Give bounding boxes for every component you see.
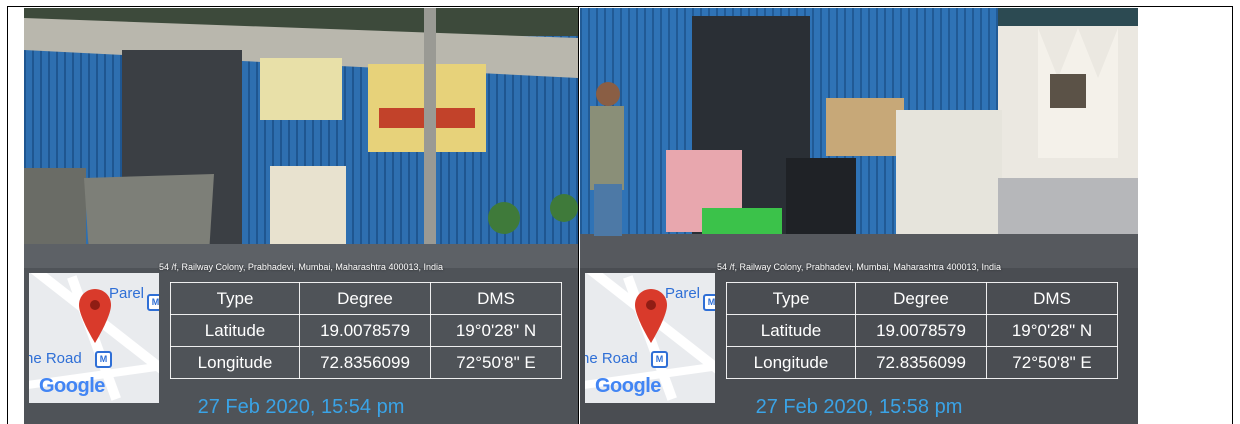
- table-header-cell: Degree: [855, 282, 987, 315]
- map-pin-icon: [635, 289, 667, 343]
- google-logo: Google: [39, 375, 105, 397]
- table-cell: 19.0078579: [855, 314, 987, 347]
- metro-station-icon: M: [703, 294, 715, 311]
- metro-station-icon: M: [147, 294, 159, 311]
- table-cell: Latitude: [170, 314, 300, 347]
- table-cell: Longitude: [170, 346, 300, 379]
- table-header-cell: DMS: [986, 282, 1118, 315]
- frame-divider: [578, 6, 579, 424]
- table-cell: 72°50'8" E: [430, 346, 562, 379]
- map-road-label: ne Road: [585, 350, 638, 367]
- table-cell: 72°50'8" E: [986, 346, 1118, 379]
- map-road-label: ne Road: [29, 350, 82, 367]
- address-line: 54 /f, Railway Colony, Prabhadevi, Mumba…: [717, 262, 1001, 272]
- map-thumbnail: Parel M ne Road M Google: [29, 273, 159, 403]
- table-cell: 19°0'28" N: [986, 314, 1118, 347]
- table-cell: 19°0'28" N: [430, 314, 562, 347]
- frame-right-border: [1232, 6, 1233, 424]
- google-logo: Google: [595, 375, 661, 397]
- table-header-cell: Type: [726, 282, 856, 315]
- table-header-row: Type Degree DMS: [170, 282, 562, 315]
- geotagged-photo-2: 54 /f, Railway Colony, Prabhadevi, Mumba…: [580, 8, 1138, 424]
- map-place-label: Parel: [109, 285, 145, 302]
- metro-station-icon: M: [95, 351, 112, 368]
- frame-left-border: [7, 6, 8, 424]
- table-header-cell: Type: [170, 282, 300, 315]
- map-pin-icon: [79, 289, 111, 343]
- address-line: 54 /f, Railway Colony, Prabhadevi, Mumba…: [159, 262, 443, 272]
- map-thumbnail: Parel M ne Road M Google: [585, 273, 715, 403]
- timestamp: 27 Feb 2020, 15:54 pm: [197, 396, 405, 418]
- table-row: Longitude 72.8356099 72°50'8" E: [170, 346, 562, 379]
- table-cell: 72.8356099: [855, 346, 987, 379]
- metro-station-icon: M: [651, 351, 668, 368]
- table-cell: 72.8356099: [299, 346, 431, 379]
- coordinates-table: Type Degree DMS Latitude 19.0078579 19°0…: [170, 282, 562, 379]
- table-cell: Longitude: [726, 346, 856, 379]
- map-place-label: Parel: [665, 285, 701, 302]
- table-cell: 19.0078579: [299, 314, 431, 347]
- table-header-row: Type Degree DMS: [726, 282, 1118, 315]
- timestamp: 27 Feb 2020, 15:58 pm: [755, 396, 963, 418]
- table-row: Longitude 72.8356099 72°50'8" E: [726, 346, 1118, 379]
- table-row: Latitude 19.0078579 19°0'28" N: [726, 314, 1118, 347]
- coordinates-table: Type Degree DMS Latitude 19.0078579 19°0…: [726, 282, 1118, 379]
- table-header-cell: DMS: [430, 282, 562, 315]
- table-row: Latitude 19.0078579 19°0'28" N: [170, 314, 562, 347]
- geotagged-photo-1: 54 /f, Railway Colony, Prabhadevi, Mumba…: [24, 8, 578, 424]
- table-cell: Latitude: [726, 314, 856, 347]
- table-header-cell: Degree: [299, 282, 431, 315]
- frame-top-border: [7, 6, 1233, 7]
